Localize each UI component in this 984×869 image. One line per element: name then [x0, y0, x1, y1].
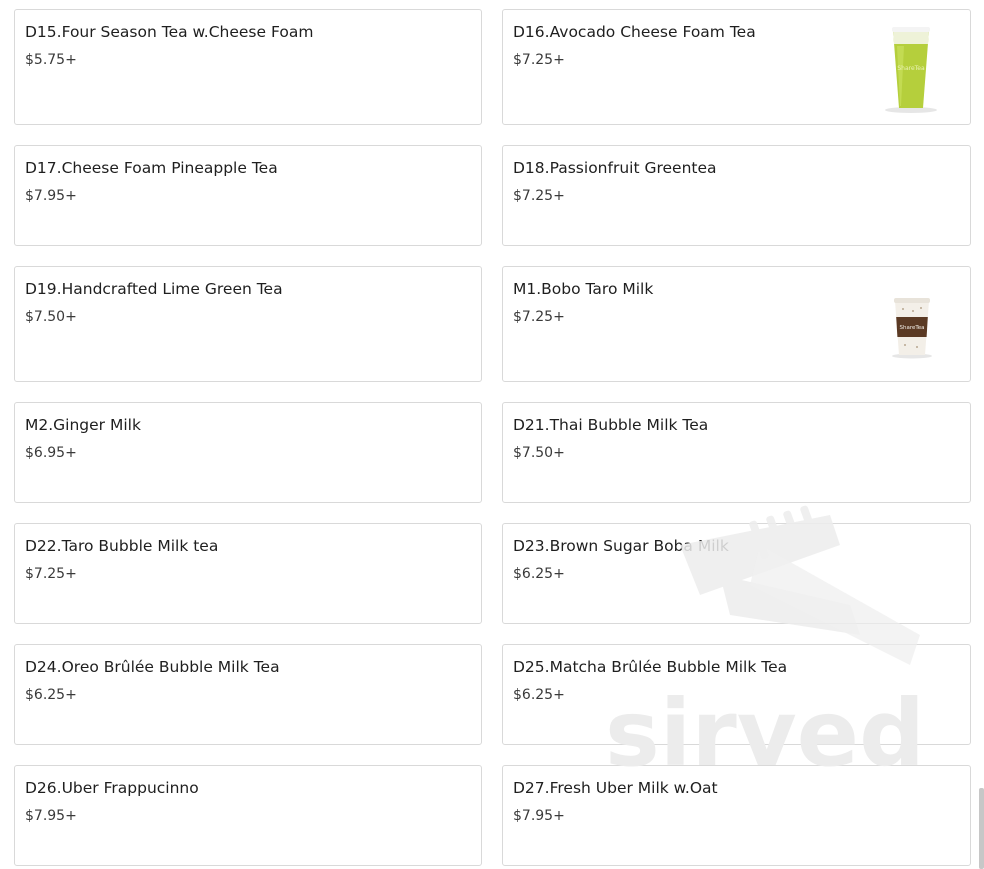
menu-item-name: D24.Oreo Brûlée Bubble Milk Tea — [25, 658, 280, 676]
menu-item-price: $7.50+ — [25, 309, 77, 325]
menu-item-name: D18.Passionfruit Greentea — [513, 159, 717, 177]
menu-item-name: D27.Fresh Uber Milk w.Oat — [513, 779, 718, 797]
menu-item-name: D22.Taro Bubble Milk tea — [25, 537, 219, 555]
menu-item-name: M2.Ginger Milk — [25, 416, 141, 434]
menu-item-card[interactable]: D22.Taro Bubble Milk tea $7.25+ — [14, 523, 482, 624]
menu-page: D15.Four Season Tea w.Cheese Foam $5.75+… — [0, 0, 984, 869]
menu-item-card[interactable]: D21.Thai Bubble Milk Tea $7.50+ — [502, 402, 971, 503]
menu-item-card[interactable]: D16.Avocado Cheese Foam Tea $7.25+ Share… — [502, 9, 971, 125]
menu-item-card[interactable]: D27.Fresh Uber Milk w.Oat $7.95+ — [502, 765, 971, 866]
menu-item-name: D25.Matcha Brûlée Bubble Milk Tea — [513, 658, 788, 676]
green-drink-cup-image: ShareTea — [885, 27, 937, 113]
menu-item-card[interactable]: D25.Matcha Brûlée Bubble Milk Tea $6.25+ — [502, 644, 971, 745]
menu-item-price: $7.25+ — [25, 566, 77, 582]
menu-item-name: D26.Uber Frappucinno — [25, 779, 199, 797]
menu-item-price: $7.95+ — [25, 188, 77, 204]
svg-text:ShareTea: ShareTea — [899, 325, 924, 331]
menu-item-card[interactable]: M2.Ginger Milk $6.95+ — [14, 402, 482, 503]
menu-item-card[interactable]: D15.Four Season Tea w.Cheese Foam $5.75+ — [14, 9, 482, 125]
menu-item-name: D19.Handcrafted Lime Green Tea — [25, 280, 283, 298]
menu-item-price: $6.25+ — [25, 687, 77, 703]
menu-item-price: $7.25+ — [513, 309, 565, 325]
menu-item-price: $6.25+ — [513, 687, 565, 703]
menu-item-price: $7.95+ — [513, 808, 565, 824]
menu-item-price: $7.25+ — [513, 188, 565, 204]
menu-item-card[interactable]: D18.Passionfruit Greentea $7.25+ — [502, 145, 971, 246]
menu-item-price: $6.95+ — [25, 445, 77, 461]
menu-item-card[interactable]: D24.Oreo Brûlée Bubble Milk Tea $6.25+ — [14, 644, 482, 745]
menu-item-card[interactable]: D19.Handcrafted Lime Green Tea $7.50+ — [14, 266, 482, 382]
menu-item-card[interactable]: D26.Uber Frappucinno $7.95+ — [14, 765, 482, 866]
menu-item-name: D21.Thai Bubble Milk Tea — [513, 416, 709, 434]
menu-item-name: D15.Four Season Tea w.Cheese Foam — [25, 23, 314, 41]
menu-item-name: D17.Cheese Foam Pineapple Tea — [25, 159, 278, 177]
menu-item-name: D23.Brown Sugar Boba Milk — [513, 537, 729, 555]
vertical-scrollbar[interactable] — [979, 788, 984, 869]
menu-item-price: $5.75+ — [25, 52, 77, 68]
menu-item-name: M1.Bobo Taro Milk — [513, 280, 654, 298]
menu-item-card[interactable]: D23.Brown Sugar Boba Milk $6.25+ — [502, 523, 971, 624]
menu-item-name: D16.Avocado Cheese Foam Tea — [513, 23, 756, 41]
menu-item-price: $7.25+ — [513, 52, 565, 68]
taro-milk-cup-image: ShareTea — [892, 298, 932, 359]
menu-item-card[interactable]: M1.Bobo Taro Milk $7.25+ ShareTea — [502, 266, 971, 382]
menu-item-price: $6.25+ — [513, 566, 565, 582]
menu-item-price: $7.95+ — [25, 808, 77, 824]
menu-item-card[interactable]: D17.Cheese Foam Pineapple Tea $7.95+ — [14, 145, 482, 246]
menu-item-price: $7.50+ — [513, 445, 565, 461]
svg-text:ShareTea: ShareTea — [897, 65, 925, 72]
